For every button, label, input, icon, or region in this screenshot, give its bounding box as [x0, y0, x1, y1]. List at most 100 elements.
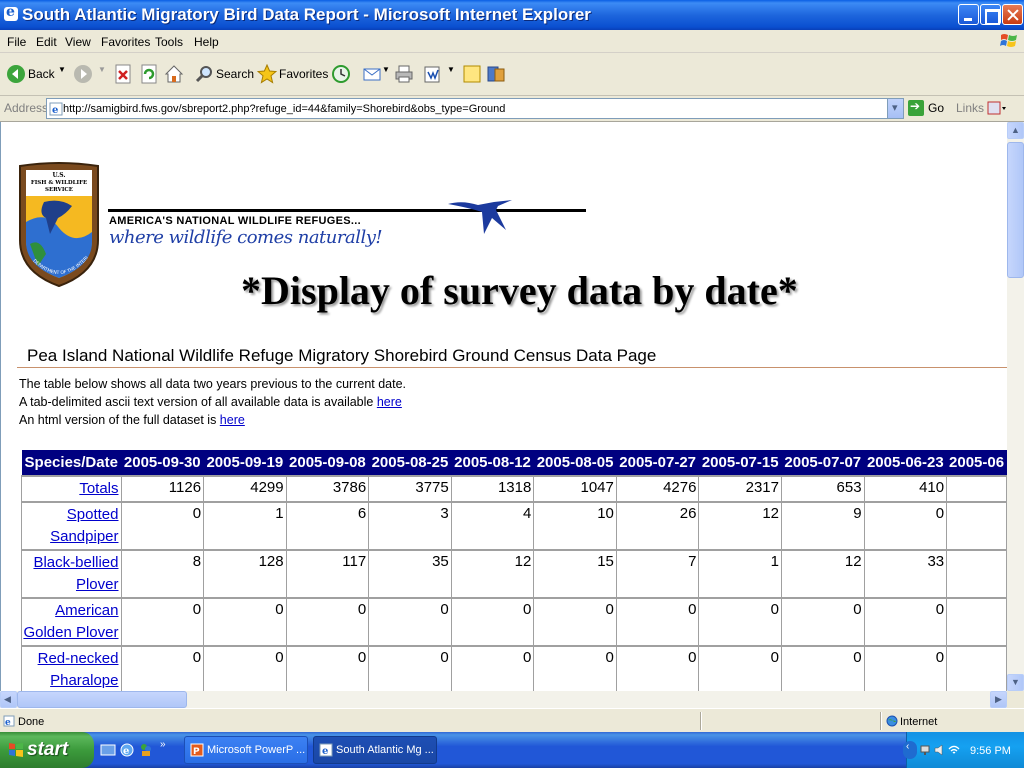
scroll-right-button[interactable]: ▶: [990, 691, 1007, 708]
menu-tools[interactable]: Tools: [155, 35, 183, 49]
search-button-label[interactable]: Search: [216, 67, 254, 81]
print-icon[interactable]: [394, 64, 414, 84]
address-bar: Address e http://samigbird.fws.gov/sbrep…: [0, 96, 1024, 122]
close-button[interactable]: [1002, 4, 1023, 25]
species-link[interactable]: Spotted Sandpiper: [21, 501, 122, 551]
menu-bar: File Edit View Favorites Tools Help: [0, 30, 1024, 53]
internet-globe-icon: [886, 715, 898, 727]
address-dropdown-button[interactable]: [887, 99, 903, 118]
count-cell: 128: [203, 549, 287, 599]
menu-favorites[interactable]: Favorites: [101, 35, 150, 49]
minimize-button[interactable]: [958, 4, 979, 25]
vertical-scrollbar[interactable]: ▲ ▼: [1007, 122, 1024, 691]
links-toolbar-icon[interactable]: [987, 100, 1007, 117]
window-title: South Atlantic Migratory Bird Data Repor…: [22, 5, 591, 24]
favorites-star-icon[interactable]: [257, 64, 277, 84]
back-button-label[interactable]: Back: [28, 67, 55, 81]
menu-help[interactable]: Help: [194, 35, 219, 49]
address-input[interactable]: e http://samigbird.fws.gov/sbreport2.php…: [46, 98, 904, 119]
edit-dropdown-icon[interactable]: ▼: [447, 65, 455, 74]
page-viewport[interactable]: U.S. FISH & WILDLIFE SERVICE DEPARTMENT …: [0, 122, 1007, 691]
start-button[interactable]: start: [0, 732, 94, 768]
column-header-date[interactable]: 2005-07-07: [781, 450, 865, 476]
messenger-icon[interactable]: [138, 742, 154, 758]
count-cell: 1318: [450, 475, 535, 503]
column-header-date[interactable]: 2005-07-27: [616, 450, 699, 476]
ascii-data-link[interactable]: here: [377, 395, 402, 409]
taskbar-powerpoint[interactable]: P Microsoft PowerP ...: [184, 736, 308, 764]
menu-edit[interactable]: Edit: [36, 35, 57, 49]
ie-quicklaunch-icon[interactable]: e: [119, 742, 135, 758]
count-cell: 12: [781, 549, 865, 599]
refresh-icon[interactable]: [139, 64, 159, 84]
show-desktop-icon[interactable]: [100, 742, 116, 758]
species-link[interactable]: Red-necked Pharalope: [21, 645, 122, 691]
column-header-species[interactable]: Species/Date: [21, 450, 121, 476]
scroll-up-button[interactable]: ▲: [1007, 122, 1024, 139]
taskbar-internet-explorer[interactable]: e South Atlantic Mg ...: [313, 736, 437, 764]
column-header-date[interactable]: 2005-09-08: [286, 450, 369, 476]
scroll-left-button[interactable]: ◀: [0, 691, 17, 708]
count-cell: 0: [203, 645, 287, 691]
taskbar-clock[interactable]: 9:56 PM: [970, 745, 1011, 757]
forward-dropdown-icon[interactable]: ▼: [98, 65, 106, 74]
quicklaunch-chevron-icon[interactable]: »: [160, 739, 176, 755]
home-icon[interactable]: [164, 64, 184, 84]
page-done-icon: e: [3, 715, 15, 727]
count-cell: 0: [533, 597, 617, 647]
intro-line-1: The table below shows all data two years…: [19, 377, 407, 391]
stop-icon[interactable]: [113, 64, 133, 84]
back-arrow-icon[interactable]: [6, 64, 26, 84]
vertical-scroll-thumb[interactable]: [1007, 142, 1024, 278]
restore-button[interactable]: [980, 4, 1001, 25]
windows-taskbar: start e » P Microsoft PowerP ... e South…: [0, 732, 1024, 768]
refuge-tagline: AMERICA'S NATIONAL WILDLIFE REFUGES...: [109, 215, 361, 227]
count-cell: 0: [781, 645, 865, 691]
window-titlebar[interactable]: South Atlantic Migratory Bird Data Repor…: [0, 0, 1024, 30]
column-header-date[interactable]: 2005-08-05: [533, 450, 617, 476]
column-header-date[interactable]: 2005-09-19: [203, 450, 287, 476]
mail-icon[interactable]: [362, 64, 382, 84]
edit-icon[interactable]: [423, 64, 443, 84]
count-cell: 0: [285, 597, 370, 647]
column-header-date[interactable]: 2005-08-12: [451, 450, 534, 476]
species-link[interactable]: Black-bellied Plover: [21, 549, 122, 599]
address-url[interactable]: http://samigbird.fws.gov/sbreport2.php?r…: [63, 103, 505, 115]
favorites-button-label[interactable]: Favorites: [279, 67, 328, 81]
tray-expand-icon[interactable]: ‹: [903, 741, 917, 759]
column-header-date[interactable]: 2005-06: [946, 450, 1007, 476]
research-icon[interactable]: [486, 64, 506, 84]
species-link[interactable]: American Golden Plover: [21, 597, 122, 647]
count-cell: 33: [863, 549, 948, 599]
history-icon[interactable]: [331, 64, 351, 84]
count-cell: 0: [450, 645, 535, 691]
flying-goose-icon: [448, 200, 512, 234]
links-button[interactable]: Links: [956, 101, 984, 115]
horizontal-scrollbar[interactable]: ◀ ▶: [0, 691, 1007, 708]
fws-shield-logo: U.S. FISH & WILDLIFE SERVICE DEPARTMENT …: [16, 162, 99, 288]
horizontal-scroll-thumb[interactable]: [17, 691, 187, 708]
network-tray-icon[interactable]: [920, 744, 932, 756]
count-cell: 117: [285, 549, 370, 599]
species-link[interactable]: Totals: [21, 475, 122, 503]
search-icon[interactable]: [195, 64, 215, 84]
chevron-left-icon: ◀: [4, 694, 11, 704]
table-row: Spotted Sandpiper 0 1 6 3 4 10 26 12 9 0: [21, 501, 1007, 551]
go-button[interactable]: Go: [908, 99, 948, 118]
column-header-date[interactable]: 2005-06-23: [864, 450, 947, 476]
forward-arrow-icon[interactable]: [73, 64, 93, 84]
discuss-icon[interactable]: [462, 64, 482, 84]
column-header-date[interactable]: 2005-07-15: [698, 450, 782, 476]
scroll-down-button[interactable]: ▼: [1007, 674, 1024, 691]
mail-dropdown-icon[interactable]: ▼: [382, 65, 390, 74]
volume-tray-icon[interactable]: [934, 744, 946, 756]
menu-file[interactable]: File: [7, 35, 26, 49]
html-data-link[interactable]: here: [220, 413, 245, 427]
count-cell: 0: [120, 597, 205, 647]
column-header-date[interactable]: 2005-09-30: [121, 450, 204, 476]
menu-view[interactable]: View: [65, 35, 91, 49]
back-dropdown-icon[interactable]: ▼: [58, 65, 66, 74]
column-header-date[interactable]: 2005-08-25: [368, 450, 452, 476]
go-arrow-icon: [908, 99, 924, 116]
wireless-tray-icon[interactable]: [948, 744, 960, 756]
